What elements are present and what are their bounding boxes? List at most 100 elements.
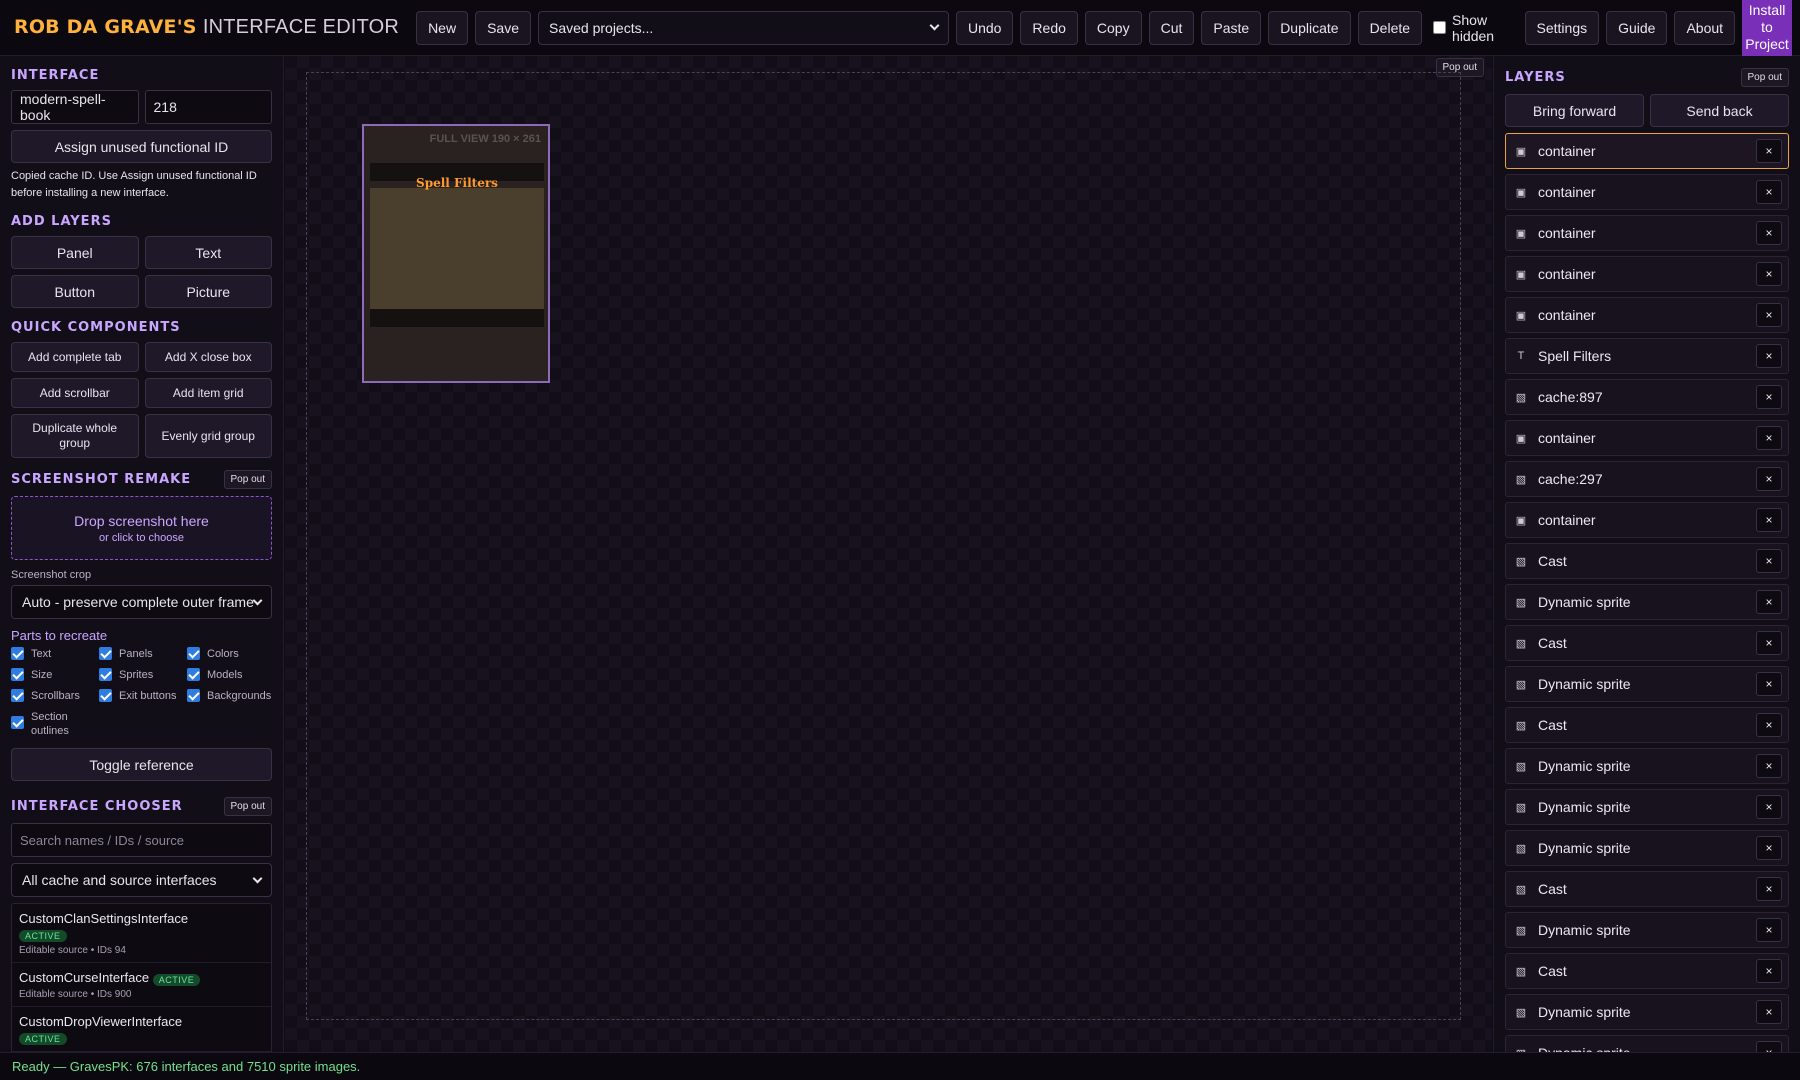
- layer-row[interactable]: T Spell Filters ×: [1505, 338, 1789, 374]
- layer-row[interactable]: ▧ Cast ×: [1505, 625, 1789, 661]
- copy-button[interactable]: Copy: [1084, 10, 1142, 45]
- remove-layer-button[interactable]: ×: [1756, 467, 1782, 491]
- part-section-outlines-option[interactable]: Section outlines: [11, 710, 71, 738]
- add-button-button[interactable]: Button: [11, 275, 139, 308]
- layers-popout-button[interactable]: Pop out: [1740, 68, 1789, 87]
- save-button[interactable]: Save: [475, 10, 531, 45]
- remove-layer-button[interactable]: ×: [1756, 672, 1782, 696]
- layer-row[interactable]: ▧Dynamic sprite×: [1505, 748, 1789, 784]
- about-button[interactable]: About: [1674, 10, 1736, 45]
- add-picture-button[interactable]: Picture: [144, 275, 272, 308]
- preview-title-text[interactable]: Spell Filters: [370, 176, 544, 190]
- saved-projects-select[interactable]: Saved projects...: [538, 10, 949, 45]
- bring-forward-button[interactable]: Bring forward: [1505, 94, 1644, 127]
- layer-row[interactable]: ▣ container ×: [1505, 420, 1789, 456]
- list-item[interactable]: CustomCurseInterface ACTIVE Editable sou…: [12, 963, 271, 1008]
- interface-search-input[interactable]: Search names / IDs / source: [11, 823, 272, 857]
- new-button[interactable]: New: [416, 10, 469, 45]
- toggle-reference-button[interactable]: Toggle reference: [11, 748, 272, 781]
- paste-button[interactable]: Paste: [1201, 10, 1262, 45]
- layer-row[interactable]: ▣ container ×: [1505, 174, 1789, 210]
- remove-layer-button[interactable]: ×: [1756, 590, 1782, 614]
- interface-name-input[interactable]: modern-spell-book: [11, 90, 139, 124]
- settings-button[interactable]: Settings: [1524, 10, 1600, 45]
- add-text-button[interactable]: Text: [144, 236, 272, 269]
- remove-layer-button[interactable]: ×: [1756, 426, 1782, 450]
- layer-row[interactable]: ▣ container ×: [1505, 297, 1789, 333]
- part-scrollbars-checkbox[interactable]: [11, 689, 24, 702]
- install-to-project-button[interactable]: Install to Project: [1742, 0, 1792, 56]
- duplicate-button[interactable]: Duplicate: [1268, 10, 1351, 45]
- undo-button[interactable]: Undo: [955, 10, 1014, 45]
- evenly-grid-group-button[interactable]: Evenly grid group: [144, 414, 272, 458]
- remove-layer-button[interactable]: ×: [1756, 1000, 1782, 1024]
- screenshot-dropzone[interactable]: Drop screenshot here or click to choose: [11, 496, 272, 560]
- part-text-checkbox[interactable]: [11, 647, 24, 660]
- remove-layer-button[interactable]: ×: [1756, 795, 1782, 819]
- remove-layer-button[interactable]: ×: [1756, 180, 1782, 204]
- layer-row[interactable]: ▧Dynamic sprite×: [1505, 994, 1789, 1030]
- add-close-box-button[interactable]: Add X close box: [144, 342, 272, 372]
- preview-content-panel[interactable]: [370, 188, 544, 309]
- canvas-frame[interactable]: FULL VIEW 190 × 261 Spell Filters: [306, 72, 1461, 1020]
- remove-layer-button[interactable]: ×: [1756, 385, 1782, 409]
- cut-button[interactable]: Cut: [1148, 10, 1195, 45]
- assign-functional-id-button[interactable]: Assign unused functional ID: [11, 130, 272, 163]
- remove-layer-button[interactable]: ×: [1756, 713, 1782, 737]
- part-text-option[interactable]: Text: [11, 647, 99, 661]
- show-hidden-checkbox[interactable]: [1433, 21, 1447, 34]
- layer-row[interactable]: ▧ Cast ×: [1505, 871, 1789, 907]
- part-size-checkbox[interactable]: [11, 668, 24, 681]
- guide-button[interactable]: Guide: [1606, 10, 1668, 45]
- part-sprites-checkbox[interactable]: [99, 668, 112, 681]
- layer-row[interactable]: ▧ Cast ×: [1505, 953, 1789, 989]
- remove-layer-button[interactable]: ×: [1756, 508, 1782, 532]
- layer-row[interactable]: ▣ container ×: [1505, 133, 1789, 169]
- remove-layer-button[interactable]: ×: [1756, 139, 1782, 163]
- part-models-option[interactable]: Models: [187, 668, 275, 682]
- layer-row[interactable]: ▧Dynamic sprite×: [1505, 789, 1789, 825]
- add-item-grid-button[interactable]: Add item grid: [144, 378, 272, 408]
- remove-layer-button[interactable]: ×: [1756, 877, 1782, 901]
- list-item[interactable]: CustomClanSettingsInterface ACTIVE Edita…: [12, 904, 271, 964]
- layer-row[interactable]: ▣ container ×: [1505, 215, 1789, 251]
- part-colors-checkbox[interactable]: [187, 647, 200, 660]
- layer-row[interactable]: ▧ cache:297 ×: [1505, 461, 1789, 497]
- part-panels-option[interactable]: Panels: [99, 647, 187, 661]
- remove-layer-button[interactable]: ×: [1756, 303, 1782, 327]
- redo-button[interactable]: Redo: [1020, 10, 1078, 45]
- layer-row[interactable]: ▧Dynamic sprite×: [1505, 830, 1789, 866]
- remove-layer-button[interactable]: ×: [1756, 918, 1782, 942]
- add-complete-tab-button[interactable]: Add complete tab: [11, 342, 139, 372]
- part-backgrounds-checkbox[interactable]: [187, 689, 200, 702]
- screenshot-remake-popout-button[interactable]: Pop out: [223, 470, 272, 489]
- layer-row[interactable]: ▧ Cast ×: [1505, 707, 1789, 743]
- layer-row[interactable]: ▧Dynamic sprite×: [1505, 666, 1789, 702]
- part-size-option[interactable]: Size: [11, 668, 99, 682]
- interface-preview[interactable]: FULL VIEW 190 × 261 Spell Filters: [362, 124, 550, 383]
- remove-layer-button[interactable]: ×: [1756, 549, 1782, 573]
- show-hidden-toggle[interactable]: Show hidden: [1433, 12, 1513, 44]
- send-back-button[interactable]: Send back: [1650, 94, 1789, 127]
- part-colors-option[interactable]: Colors: [187, 647, 275, 661]
- part-exit-buttons-option[interactable]: Exit buttons: [99, 689, 187, 703]
- duplicate-group-button[interactable]: Duplicate whole group: [11, 414, 139, 458]
- layer-row[interactable]: ▣ container ×: [1505, 502, 1789, 538]
- list-item[interactable]: CustomDropViewerInterface ACTIVE: [12, 1007, 271, 1052]
- add-panel-button[interactable]: Panel: [11, 236, 139, 269]
- layer-row[interactable]: ▧Dynamic sprite×: [1505, 584, 1789, 620]
- remove-layer-button[interactable]: ×: [1756, 344, 1782, 368]
- remove-layer-button[interactable]: ×: [1756, 1041, 1782, 1052]
- remove-layer-button[interactable]: ×: [1756, 262, 1782, 286]
- preview-footer-bar[interactable]: [370, 309, 544, 327]
- delete-button[interactable]: Delete: [1357, 10, 1423, 45]
- interface-chooser-popout-button[interactable]: Pop out: [223, 797, 272, 816]
- part-backgrounds-option[interactable]: Backgrounds: [187, 689, 275, 703]
- interface-id-input[interactable]: 218: [144, 90, 272, 124]
- remove-layer-button[interactable]: ×: [1756, 754, 1782, 778]
- part-sprites-option[interactable]: Sprites: [99, 668, 187, 682]
- part-models-checkbox[interactable]: [187, 668, 200, 681]
- layer-row[interactable]: ▧Dynamic sprite×: [1505, 1035, 1789, 1052]
- part-exit-buttons-checkbox[interactable]: [99, 689, 112, 702]
- part-panels-checkbox[interactable]: [99, 647, 112, 660]
